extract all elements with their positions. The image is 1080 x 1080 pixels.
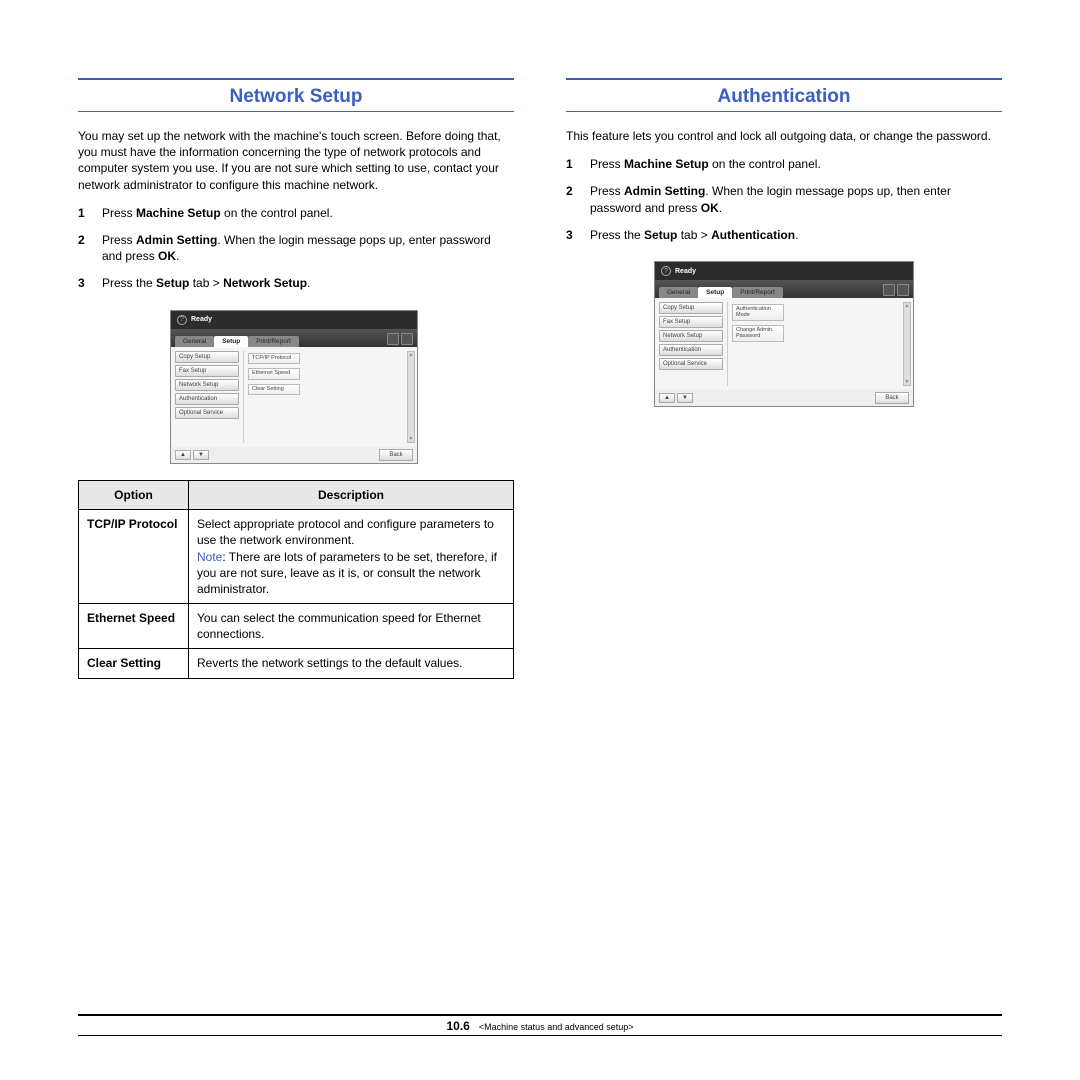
ss-sidebar: Copy Setup Fax Setup Network Setup Authe… bbox=[175, 351, 239, 443]
column-authentication: Authentication This feature lets you con… bbox=[566, 78, 1002, 679]
side-network-setup[interactable]: Network Setup bbox=[659, 330, 723, 342]
toolbar-icon[interactable] bbox=[883, 284, 895, 296]
side-network-setup[interactable]: Network Setup bbox=[175, 379, 239, 391]
side-fax-setup[interactable]: Fax Setup bbox=[659, 316, 723, 328]
item-clear-setting[interactable]: Clear Setting bbox=[248, 384, 300, 396]
page-number: 10.6 bbox=[446, 1019, 469, 1033]
nav-up-icon[interactable]: ▲ bbox=[175, 450, 191, 460]
tab-print-report[interactable]: Print/Report bbox=[248, 336, 299, 347]
side-optional-service[interactable]: Optional Service bbox=[175, 407, 239, 419]
side-authentication[interactable]: Authentication bbox=[175, 393, 239, 405]
item-auth-mode[interactable]: Authentication Mode bbox=[732, 304, 784, 321]
back-button[interactable]: Back bbox=[875, 392, 909, 404]
tab-setup[interactable]: Setup bbox=[698, 287, 732, 298]
desc-clear-setting: Reverts the network settings to the defa… bbox=[189, 649, 514, 678]
toolbar-icon[interactable] bbox=[401, 333, 413, 345]
tab-general[interactable]: General bbox=[659, 287, 698, 298]
nav-down-icon[interactable]: ▼ bbox=[193, 450, 209, 460]
ss-footer: ▲▼ Back bbox=[655, 390, 913, 406]
page-footer: 10.6 <Machine status and advanced setup> bbox=[78, 1014, 1002, 1036]
side-copy-setup[interactable]: Copy Setup bbox=[175, 351, 239, 363]
screenshot-authentication: ? Ready General Setup Print/Report Copy … bbox=[654, 261, 914, 407]
table-row: TCP/IP Protocol Select appropriate proto… bbox=[79, 510, 514, 604]
ss-main: TCP/IP Protocol Ethernet Speed Clear Set… bbox=[243, 351, 413, 443]
ss-ready-label: Ready bbox=[675, 268, 696, 275]
ss-body: Copy Setup Fax Setup Network Setup Authe… bbox=[171, 347, 417, 447]
side-authentication[interactable]: Authentication bbox=[659, 344, 723, 356]
ss-ready-label: Ready bbox=[191, 316, 212, 323]
tab-print-report[interactable]: Print/Report bbox=[732, 287, 783, 298]
ss-tabs: General Setup Print/Report bbox=[655, 280, 913, 298]
desc-tcpip: Select appropriate protocol and configur… bbox=[189, 510, 514, 604]
ss-main: Authentication Mode Change Admin. Passwo… bbox=[727, 302, 909, 386]
steps-network-setup: Press Machine Setup on the control panel… bbox=[78, 205, 514, 302]
tab-setup[interactable]: Setup bbox=[214, 336, 248, 347]
ss-titlebar: ? Ready bbox=[171, 311, 417, 329]
side-optional-service[interactable]: Optional Service bbox=[659, 358, 723, 370]
opt-tcpip: TCP/IP Protocol bbox=[79, 510, 189, 604]
item-tcpip[interactable]: TCP/IP Protocol bbox=[248, 353, 300, 365]
steps-authentication: Press Machine Setup on the control panel… bbox=[566, 156, 1002, 253]
column-network-setup: Network Setup You may set up the network… bbox=[78, 78, 514, 679]
intro-authentication: This feature lets you control and lock a… bbox=[566, 128, 1002, 144]
table-row: Clear Setting Reverts the network settin… bbox=[79, 649, 514, 678]
ss-footer: ▲▼ Back bbox=[171, 447, 417, 463]
side-copy-setup[interactable]: Copy Setup bbox=[659, 302, 723, 314]
desc-ethernet-speed: You can select the communication speed f… bbox=[189, 604, 514, 649]
toolbar-icon[interactable] bbox=[897, 284, 909, 296]
step-3: Press the Setup tab > Authentication. bbox=[566, 227, 1002, 244]
side-fax-setup[interactable]: Fax Setup bbox=[175, 365, 239, 377]
opt-ethernet-speed: Ethernet Speed bbox=[79, 604, 189, 649]
step-3: Press the Setup tab > Network Setup. bbox=[78, 275, 514, 292]
step-1: Press Machine Setup on the control panel… bbox=[78, 205, 514, 222]
options-table: Option Description TCP/IP Protocol Selec… bbox=[78, 480, 514, 679]
nav-down-icon[interactable]: ▼ bbox=[677, 393, 693, 403]
toolbar-icon[interactable] bbox=[387, 333, 399, 345]
step-2: Press Admin Setting. When the login mess… bbox=[78, 232, 514, 266]
opt-clear-setting: Clear Setting bbox=[79, 649, 189, 678]
rule-top bbox=[78, 78, 514, 80]
th-description: Description bbox=[189, 480, 514, 509]
ss-body: Copy Setup Fax Setup Network Setup Authe… bbox=[655, 298, 913, 390]
ss-titlebar: ? Ready bbox=[655, 262, 913, 280]
table-row: Ethernet Speed You can select the commun… bbox=[79, 604, 514, 649]
intro-network-setup: You may set up the network with the mach… bbox=[78, 128, 514, 193]
scrollbar[interactable] bbox=[903, 302, 911, 386]
screenshot-network-setup: ? Ready General Setup Print/Report Copy … bbox=[170, 310, 418, 464]
ss-sidebar: Copy Setup Fax Setup Network Setup Authe… bbox=[659, 302, 723, 386]
rule-top bbox=[566, 78, 1002, 80]
step-2: Press Admin Setting. When the login mess… bbox=[566, 183, 1002, 217]
back-button[interactable]: Back bbox=[379, 449, 413, 461]
item-change-admin-password[interactable]: Change Admin. Password bbox=[732, 325, 784, 342]
chapter-title: <Machine status and advanced setup> bbox=[479, 1022, 634, 1032]
heading-network-setup: Network Setup bbox=[78, 82, 514, 112]
scrollbar[interactable] bbox=[407, 351, 415, 443]
step-1: Press Machine Setup on the control panel… bbox=[566, 156, 1002, 173]
th-option: Option bbox=[79, 480, 189, 509]
help-icon: ? bbox=[177, 315, 187, 325]
item-ethernet-speed[interactable]: Ethernet Speed bbox=[248, 368, 300, 380]
ss-tabs: General Setup Print/Report bbox=[171, 329, 417, 347]
nav-up-icon[interactable]: ▲ bbox=[659, 393, 675, 403]
help-icon: ? bbox=[661, 266, 671, 276]
tab-general[interactable]: General bbox=[175, 336, 214, 347]
heading-authentication: Authentication bbox=[566, 82, 1002, 112]
